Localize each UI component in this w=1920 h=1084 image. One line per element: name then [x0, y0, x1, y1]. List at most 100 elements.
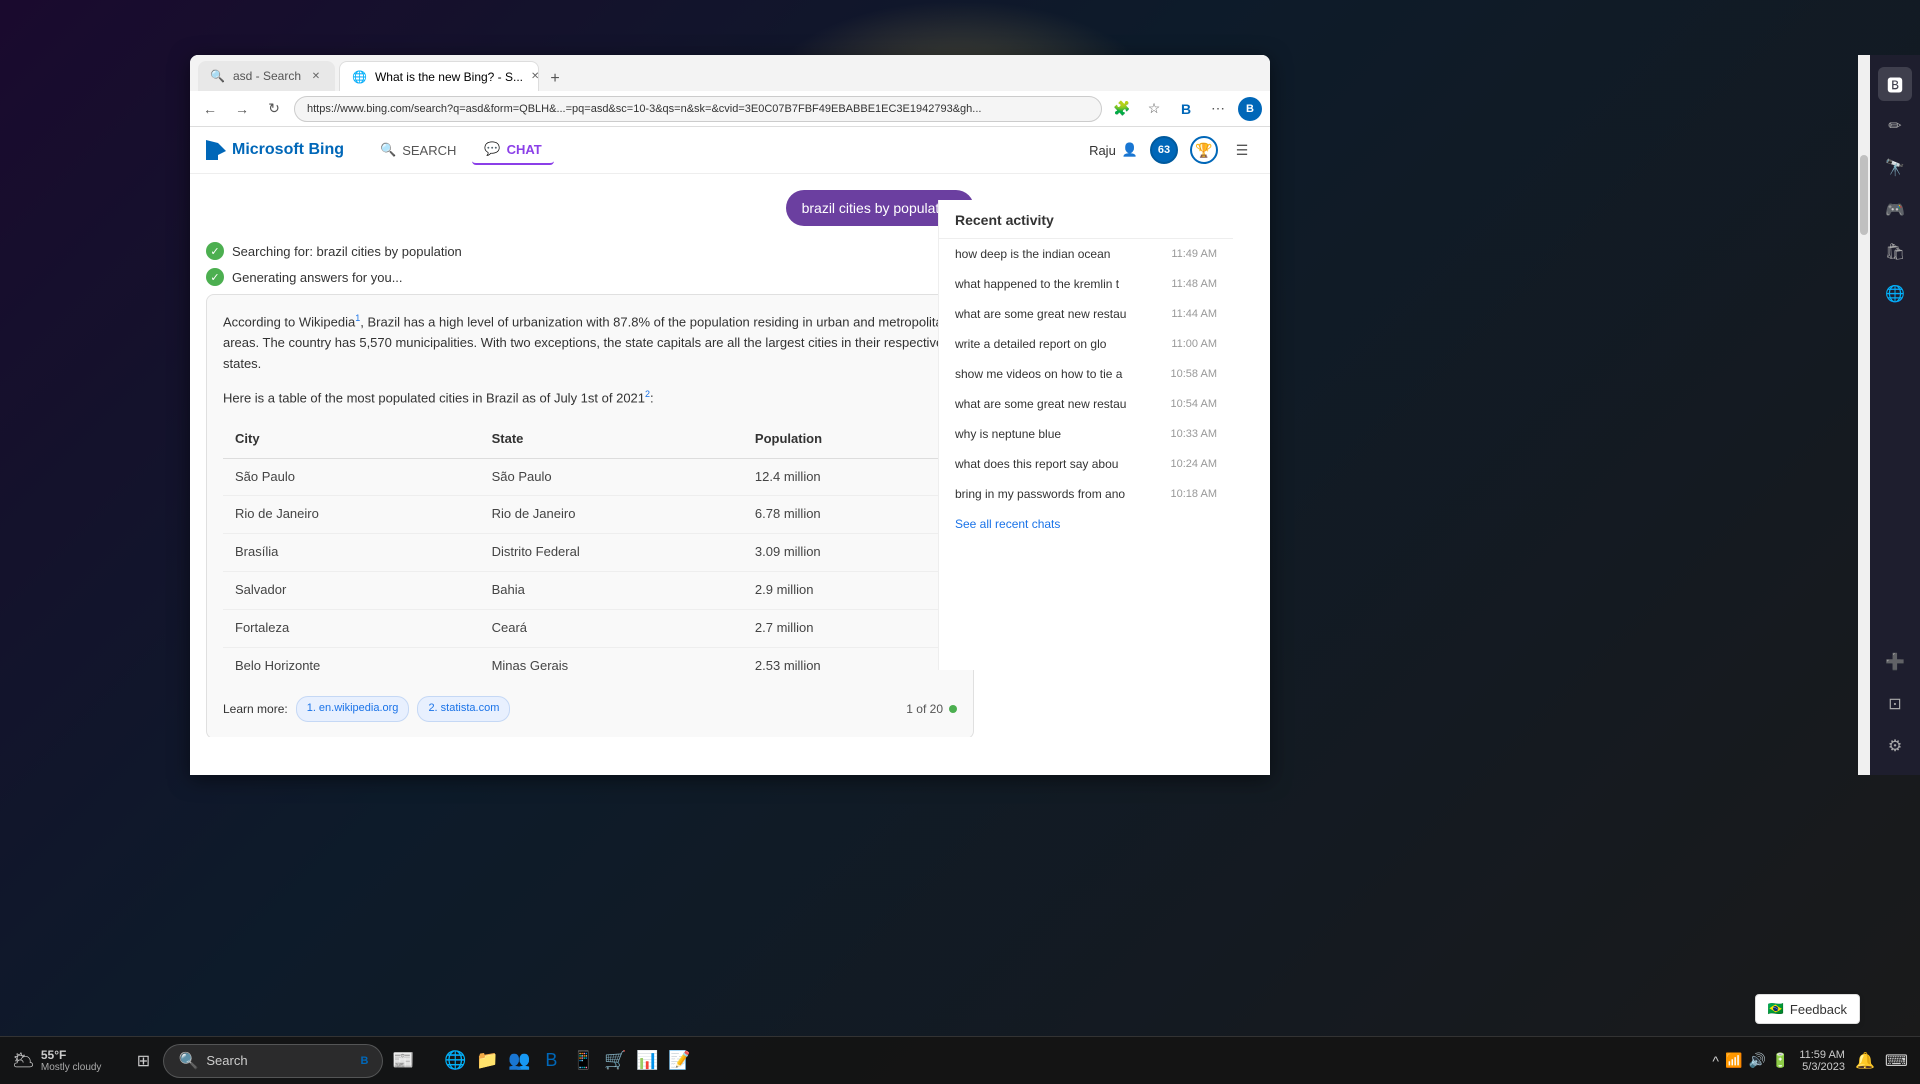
taskbar-bing-icon[interactable]: B — [537, 1047, 565, 1075]
favorites-button[interactable]: ☆ — [1142, 97, 1166, 121]
notification-icon[interactable]: 🔔 — [1855, 1051, 1875, 1071]
recent-item[interactable]: why is neptune blue 10:33 AM — [939, 419, 1233, 449]
learn-more-row: Learn more: 1. en.wikipedia.org 2. stati… — [223, 696, 957, 722]
taskbar-word-icon[interactable]: 📝 — [665, 1047, 693, 1075]
sidebar-expand-icon[interactable]: ⊡ — [1878, 687, 1912, 721]
page-counter-text: 1 of 20 — [906, 700, 943, 719]
new-tab-button[interactable]: + — [543, 67, 567, 91]
search-nav-label: SEARCH — [402, 143, 456, 158]
extensions-button[interactable]: 🧩 — [1110, 97, 1134, 121]
feedback-label: Feedback — [1790, 1002, 1847, 1017]
keyboard-icon[interactable]: ⌨ — [1885, 1051, 1908, 1071]
user-icon: 👤 — [1122, 142, 1138, 158]
sidebar-settings-icon[interactable]: ⚙ — [1878, 729, 1912, 763]
bing-nav-links: 🔍 SEARCH 💬 CHAT — [368, 135, 554, 165]
recent-item[interactable]: write a detailed report on glo 11:00 AM — [939, 329, 1233, 359]
recent-item[interactable]: what happened to the kremlin t 11:48 AM — [939, 269, 1233, 299]
refresh-button[interactable]: ↻ — [262, 97, 286, 121]
recent-item[interactable]: what are some great new restau 11:44 AM — [939, 299, 1233, 329]
population-cell: 2.53 million — [743, 647, 957, 684]
weather-widget: 🌥 55°F Mostly cloudy — [12, 1048, 101, 1073]
city-cell: Belo Horizonte — [223, 647, 480, 684]
taskbar-widget-icon[interactable]: 📰 — [389, 1047, 417, 1075]
battery-icon[interactable]: 🔋 — [1772, 1052, 1789, 1069]
volume-icon[interactable]: 🔊 — [1748, 1052, 1765, 1069]
recent-item-time: 11:44 AM — [1171, 308, 1217, 320]
recent-item-text: what are some great new restau — [955, 307, 1135, 321]
sidebar-bing-icon[interactable]: 🅱 — [1878, 67, 1912, 101]
points-value: 63 — [1158, 144, 1170, 156]
tab2-close-btn[interactable]: ✕ — [531, 70, 539, 84]
system-arrow-icon[interactable]: ^ — [1712, 1053, 1719, 1069]
recent-item-text: write a detailed report on glo — [955, 337, 1135, 351]
answer-intro: According to Wikipedia — [223, 314, 355, 329]
scrollbar-thumb[interactable] — [1860, 155, 1868, 235]
sidebar-add-icon[interactable]: ➕ — [1878, 645, 1912, 679]
recent-item[interactable]: show me videos on how to tie a 10:58 AM — [939, 359, 1233, 389]
recent-item-text: bring in my passwords from ano — [955, 487, 1135, 501]
bing-nav-right: Raju 👤 63 🏆 ☰ — [1089, 136, 1254, 164]
sidebar-games-icon[interactable]: 🎮 — [1878, 193, 1912, 227]
sidebar-shopping-icon[interactable]: 🛍 — [1878, 235, 1912, 269]
tab-bar: 🔍 asd - Search ✕ 🌐 What is the new Bing?… — [190, 55, 1270, 91]
taskbar-teams-icon[interactable]: 👥 — [505, 1047, 533, 1075]
table-row: São Paulo São Paulo 12.4 million — [223, 458, 957, 496]
tab1-close-btn[interactable]: ✕ — [309, 69, 323, 83]
city-cell: Salvador — [223, 572, 480, 610]
population-cell: 2.7 million — [743, 609, 957, 647]
recent-item[interactable]: how deep is the indian ocean 11:49 AM — [939, 239, 1233, 269]
tab-2[interactable]: 🌐 What is the new Bing? - S... ✕ — [339, 61, 539, 91]
network-icon[interactable]: 📶 — [1725, 1052, 1742, 1069]
windows-button[interactable]: ⊞ — [129, 1047, 157, 1075]
recent-item[interactable]: what are some great new restau 10:54 AM — [939, 389, 1233, 419]
taskbar-apps-icon[interactable]: 📱 — [569, 1047, 597, 1075]
taskbar-search-bar[interactable]: 🔍 Search B — [163, 1044, 383, 1078]
city-cell: Rio de Janeiro — [223, 496, 480, 534]
state-cell: Distrito Federal — [480, 534, 743, 572]
state-cell: Minas Gerais — [480, 647, 743, 684]
tab1-favicon: 🔍 — [210, 69, 225, 83]
chat-nav-link[interactable]: 💬 CHAT — [472, 135, 553, 165]
taskbar-file-icon[interactable]: 📁 — [473, 1047, 501, 1075]
taskbar-edge-icon[interactable]: 🌐 — [441, 1047, 469, 1075]
forward-button[interactable]: → — [230, 97, 254, 121]
back-button[interactable]: ← — [198, 97, 222, 121]
bing-copilot-button[interactable]: B — [1174, 97, 1198, 121]
sidebar-discover-icon[interactable]: 🔭 — [1878, 151, 1912, 185]
searching-text: Searching for: brazil cities by populati… — [232, 244, 462, 259]
sidebar-compose-icon[interactable]: ✏ — [1878, 109, 1912, 143]
recent-item-time: 11:00 AM — [1171, 338, 1217, 350]
source-link-2[interactable]: 2. statista.com — [417, 696, 510, 722]
check-icon-2: ✓ — [206, 268, 224, 286]
answer-text: According to Wikipedia1, Brazil has a hi… — [223, 311, 957, 375]
bing-icon: B — [1238, 97, 1262, 121]
feedback-button[interactable]: 🇧🇷 Feedback — [1755, 994, 1860, 1024]
more-options-button[interactable]: ☰ — [1230, 138, 1254, 162]
taskbar-search-icon: 🔍 — [178, 1051, 198, 1071]
learn-more-links: Learn more: 1. en.wikipedia.org 2. stati… — [223, 696, 510, 722]
date-display: 5/3/2023 — [1799, 1061, 1845, 1073]
system-time[interactable]: 11:59 AM 5/3/2023 — [1799, 1049, 1845, 1073]
tab-1[interactable]: 🔍 asd - Search ✕ — [198, 61, 335, 91]
see-all-chats-link[interactable]: See all recent chats — [939, 509, 1233, 539]
table-header-row: City State Population — [223, 421, 957, 458]
recent-item-text: what does this report say abou — [955, 457, 1135, 471]
recent-item[interactable]: what does this report say abou 10:24 AM — [939, 449, 1233, 479]
more-button[interactable]: ⋯ — [1206, 97, 1230, 121]
taskbar-store-icon[interactable]: 🛒 — [601, 1047, 629, 1075]
city-cell: Fortaleza — [223, 609, 480, 647]
bing-navbar: Microsoft Bing 🔍 SEARCH 💬 CHAT Raju 👤 — [190, 127, 1270, 174]
taskbar-office-icon[interactable]: 📊 — [633, 1047, 661, 1075]
recent-item-time: 11:49 AM — [1171, 248, 1217, 260]
recent-activity-sidebar: Recent activity how deep is the indian o… — [938, 200, 1233, 670]
source-link-1[interactable]: 1. en.wikipedia.org — [296, 696, 410, 722]
recent-item-time: 10:24 AM — [1171, 458, 1217, 470]
address-input[interactable] — [294, 96, 1102, 122]
recent-item[interactable]: bring in my passwords from ano 10:18 AM — [939, 479, 1233, 509]
search-nav-link[interactable]: 🔍 SEARCH — [368, 135, 468, 165]
sidebar-translate-icon[interactable]: 🌐 — [1878, 277, 1912, 311]
taskbar-center: ⊞ 🔍 Search B 📰 — [129, 1044, 417, 1078]
page-counter: 1 of 20 — [906, 700, 957, 719]
weather-desc: Mostly cloudy — [41, 1062, 102, 1073]
rewards-icon[interactable]: 🏆 — [1190, 136, 1218, 164]
